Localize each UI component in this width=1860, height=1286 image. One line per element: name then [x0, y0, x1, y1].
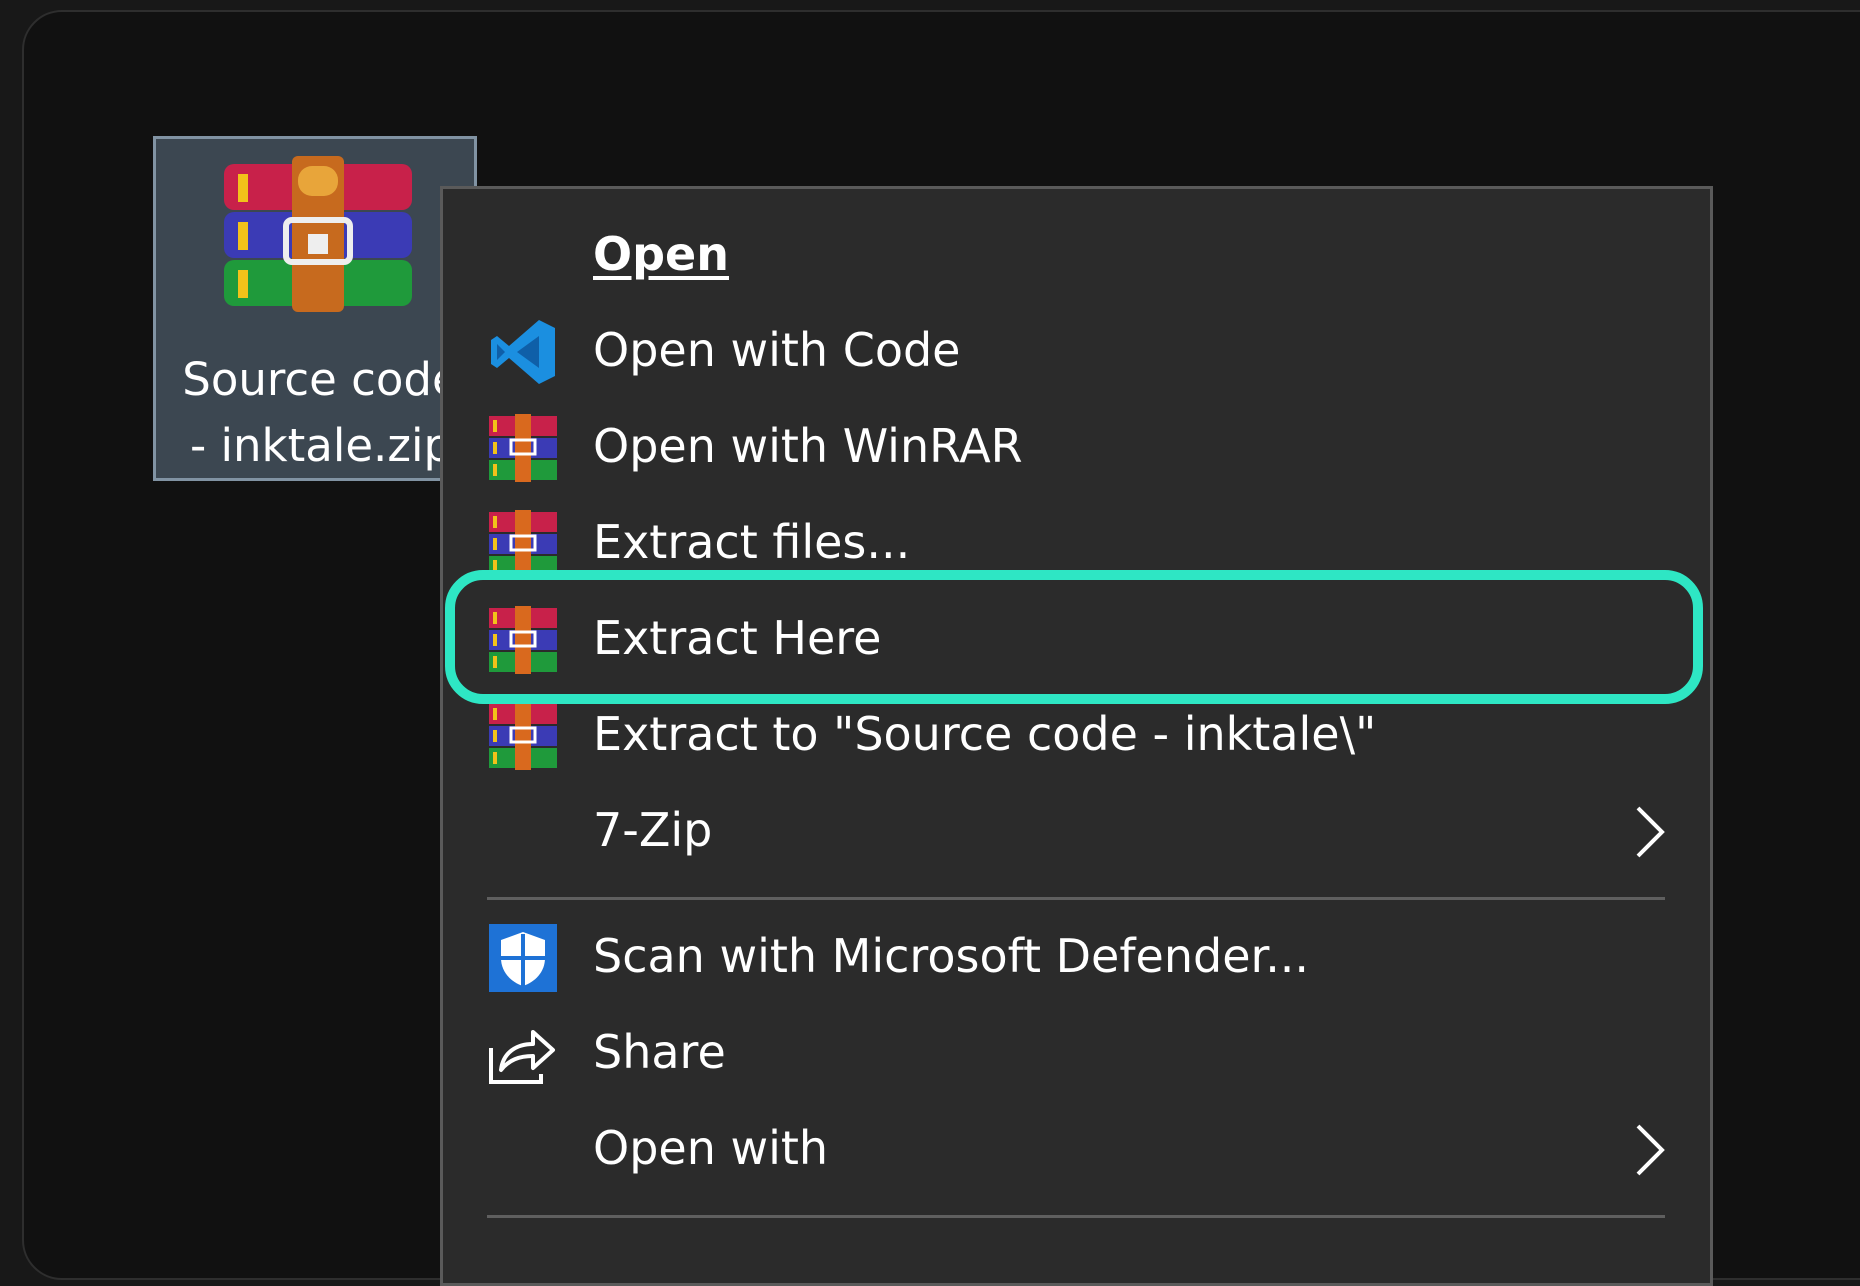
winrar-icon [489, 702, 557, 770]
menu-item-label: 7-Zip [593, 803, 713, 857]
menu-item-extract-files[interactable]: Extract files... [443, 494, 1710, 590]
menu-item-extract-here[interactable]: Extract Here [443, 590, 1710, 686]
menu-item-label: Share [593, 1025, 726, 1079]
menu-separator [487, 1215, 1665, 1218]
winrar-archive-icon [224, 156, 412, 312]
file-name-line2: - inktale.zip [189, 419, 453, 472]
menu-item-label: Open with [593, 1121, 829, 1175]
share-icon [489, 1030, 555, 1084]
winrar-icon [489, 510, 557, 578]
menu-item-open-with-code[interactable]: Open with Code [443, 302, 1710, 398]
defender-shield-icon [489, 924, 557, 992]
menu-item-open-with[interactable]: Open with [443, 1100, 1710, 1196]
vscode-icon [491, 320, 555, 384]
menu-item-label: Extract to "Source code - inktale\" [593, 707, 1377, 761]
menu-item-label: Open with Code [593, 323, 961, 377]
menu-separator [487, 897, 1665, 900]
menu-item-label: Open [593, 227, 729, 281]
file-name-line1: Source code [182, 353, 460, 406]
menu-item-extract-to-folder[interactable]: Extract to "Source code - inktale\" [443, 686, 1710, 782]
menu-item-scan-defender[interactable]: Scan with Microsoft Defender... [443, 908, 1710, 1004]
menu-item-open-with-winrar[interactable]: Open with WinRAR [443, 398, 1710, 494]
selected-zip-file[interactable]: Source code - inktale.zip [153, 136, 477, 481]
winrar-icon [489, 606, 557, 674]
winrar-icon [489, 414, 557, 482]
menu-item-label: Open with WinRAR [593, 419, 1023, 473]
chevron-right-icon [1636, 806, 1665, 858]
chevron-right-icon [1636, 1124, 1665, 1176]
menu-item-share[interactable]: Share [443, 1004, 1710, 1100]
menu-item-label: Scan with Microsoft Defender... [593, 929, 1310, 983]
menu-item-label: Extract Here [593, 611, 882, 665]
context-menu: Open Open with Code Open with WinRAR Ext… [440, 186, 1713, 1286]
file-name: Source code - inktale.zip [156, 347, 486, 479]
menu-item-label: Extract files... [593, 515, 911, 569]
menu-item-7zip[interactable]: 7-Zip [443, 782, 1710, 878]
menu-item-open[interactable]: Open [443, 206, 1710, 302]
